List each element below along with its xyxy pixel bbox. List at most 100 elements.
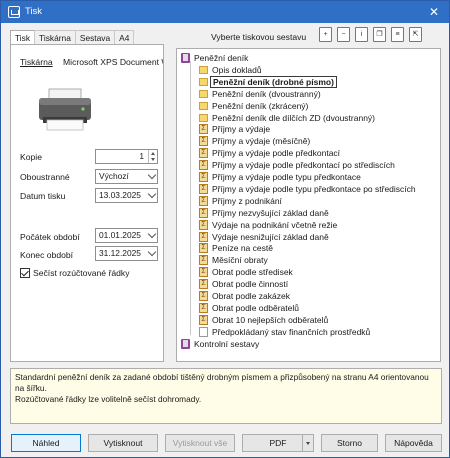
- datum-tisku-picker[interactable]: 13.03.2025: [95, 188, 158, 203]
- sigma-icon: Σ: [199, 314, 208, 325]
- oboustranne-value: Výchozí: [99, 171, 129, 181]
- tree-item-label: Peněžní deník: [194, 53, 249, 63]
- sigma-icon: Σ: [199, 231, 208, 242]
- tab-strip: Tisk Tiskárna Sestava A4: [10, 30, 135, 46]
- sigma-icon: Σ: [199, 172, 208, 182]
- tree-item-label: Výdaje nesnižující základ daně: [212, 231, 329, 242]
- tree-item-label: Příjmy a výdaje: [212, 124, 271, 135]
- export-icon[interactable]: ⇱: [409, 27, 422, 42]
- chevron-down-icon: [147, 229, 157, 239]
- sigma-icon: Σ: [199, 207, 208, 218]
- info-icon[interactable]: i: [355, 27, 368, 42]
- sigma-icon: Σ: [199, 136, 208, 147]
- sigma-icon: Σ: [199, 267, 208, 278]
- title-bar: Tisk ✕: [1, 1, 449, 23]
- tree-item-label: Příjmy a výdaje podle předkontací: [212, 148, 341, 159]
- sigma-icon: Σ: [199, 148, 208, 159]
- kopie-label: Kopie: [20, 152, 42, 162]
- tab-sestava[interactable]: Sestava: [74, 30, 116, 45]
- button-bar: Náhled Vytisknout Vytisknout vše PDF Sto…: [1, 434, 450, 452]
- description-line: Rozúčtované řádky lze volitelně sečíst d…: [15, 394, 202, 404]
- datum-tisku-label: Datum tisku: [20, 191, 66, 201]
- folder-icon: [199, 77, 208, 86]
- konec-picker[interactable]: 31.12.2025: [95, 246, 158, 261]
- report-selector-title: Vyberte tiskovou sestavu: [211, 32, 307, 42]
- tree-item-label: Příjmy a výdaje podle předkontací po stř…: [212, 160, 395, 171]
- sigma-icon: Σ: [199, 243, 208, 254]
- tree-item-label: Výdaje na podnikání včetně režie: [212, 219, 338, 230]
- tree-item-label: Obrat podle zakázek: [212, 291, 290, 301]
- vytisknout-button[interactable]: Vytisknout: [88, 434, 158, 452]
- book-icon: [181, 338, 190, 349]
- description-line: Standardní peněžní deník za zadané obdob…: [15, 372, 429, 393]
- konec-label: Konec období: [20, 250, 74, 260]
- kopie-value: 1: [139, 151, 144, 161]
- folder-icon: [199, 65, 208, 74]
- close-icon[interactable]: ✕: [419, 1, 449, 23]
- sigma-icon: Σ: [199, 219, 208, 230]
- add-icon[interactable]: +: [319, 27, 332, 42]
- tree-item-label: Obrat 10 nejlepších odběratelů: [212, 314, 329, 325]
- vytisknout-vse-button[interactable]: Vytisknout vše: [165, 434, 235, 452]
- napoveda-button[interactable]: Nápověda: [385, 434, 442, 452]
- sigma-icon: Σ: [199, 183, 208, 194]
- sigma-icon: Σ: [199, 255, 208, 266]
- tab-a4[interactable]: A4: [114, 30, 135, 45]
- printer-label[interactable]: Tiskárna: [20, 57, 53, 67]
- book-icon: [181, 53, 190, 63]
- printer-app-icon: [8, 6, 20, 18]
- tree-item-label: Příjmy nezvyšující základ daně: [212, 207, 329, 218]
- nahled-button[interactable]: Náhled: [11, 434, 81, 452]
- report-tree[interactable]: Peněžní deník Opis dokladů Peněžní deník (…: [176, 48, 441, 362]
- pdf-button[interactable]: PDF: [242, 434, 314, 452]
- pocatek-label: Počátek období: [20, 232, 80, 242]
- printer-name: Microsoft XPS Document W: [63, 57, 163, 67]
- tree-item-label: Obrat podle odběratelů: [212, 302, 299, 313]
- tree-item-label: Příjmy a výdaje podle typu předkontace: [212, 172, 361, 182]
- chevron-down-icon: [147, 189, 157, 199]
- printer-image: [39, 88, 91, 131]
- tree-item-label: Opis dokladů: [212, 64, 262, 75]
- storno-button[interactable]: Storno: [321, 434, 378, 452]
- sigma-icon: Σ: [199, 291, 208, 301]
- pdf-dropdown-arrow[interactable]: [302, 435, 313, 451]
- oboustranne-select[interactable]: Výchozí: [95, 169, 158, 184]
- tree-item-label: Příjmy a výdaje (měsíčně): [212, 136, 311, 147]
- datum-tisku-value: 13.03.2025: [99, 190, 141, 200]
- sigma-icon: Σ: [199, 302, 208, 313]
- print-dialog: Tisk ✕ Tisk Tiskárna Sestava A4 Tiskárna…: [0, 0, 450, 458]
- pdf-label: PDF: [269, 438, 287, 448]
- konec-value: 31.12.2025: [99, 248, 141, 258]
- pocatek-picker[interactable]: 01.01.2025: [95, 228, 158, 243]
- tree-item-label: Peněžní deník (zkrácený): [212, 100, 309, 111]
- tree-item-label: Příjmy z podnikání: [212, 195, 282, 206]
- oboustranne-label: Oboustranné: [20, 172, 70, 182]
- tree-item-label: Obrat podle středisek: [212, 267, 293, 278]
- tree-item-label: Obrat podle činností: [212, 279, 289, 290]
- tab-tiskarna[interactable]: Tiskárna: [34, 30, 76, 45]
- folder-icon: [199, 113, 208, 122]
- tree-item-label: Předpokládaný stav finančních prostředků: [212, 326, 371, 337]
- sigma-icon: Σ: [199, 160, 208, 171]
- chevron-down-icon: [147, 170, 157, 180]
- tree-item-label: Příjmy a výdaje podle typu předkontace p…: [212, 183, 416, 194]
- kopie-spin-buttons[interactable]: [148, 150, 157, 163]
- folder-icon: [199, 89, 208, 98]
- remove-icon[interactable]: −: [337, 27, 350, 42]
- tree-item-label: Kontrolní sestavy: [194, 338, 260, 349]
- secist-checkbox[interactable]: [20, 268, 30, 278]
- tree-item-label: Peníze na cestě: [212, 243, 273, 254]
- report-description: Standardní peněžní deník za zadané obdob…: [10, 368, 442, 424]
- doc-icon: [199, 326, 208, 337]
- tree-item-label: Peněžní deník (drobné písmo): [210, 75, 337, 88]
- sigma-icon: Σ: [199, 279, 208, 290]
- tree-item-label: Peněžní deník dle dílčích ZD (dvoustrann…: [212, 112, 375, 123]
- tree-connector-line: [190, 61, 191, 335]
- chevron-down-icon: [147, 247, 157, 257]
- secist-label[interactable]: Sečíst rozúčtované řádky: [33, 268, 130, 278]
- window-title: Tisk: [25, 6, 43, 17]
- sigma-icon: Σ: [199, 195, 208, 206]
- kopie-stepper[interactable]: 1: [95, 149, 158, 164]
- document-icon[interactable]: ≡: [391, 27, 404, 42]
- copy-icon[interactable]: ❐: [373, 27, 386, 42]
